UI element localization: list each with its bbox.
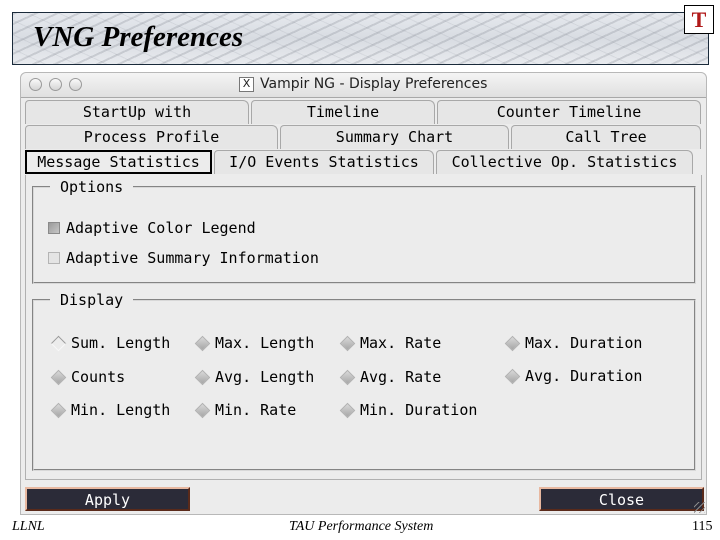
- tab-collective-op-statistics[interactable]: Collective Op. Statistics: [436, 150, 693, 174]
- close-button[interactable]: Close: [539, 487, 704, 511]
- radio-max-duration[interactable]: Max. Duration: [504, 334, 642, 352]
- radio-max-length[interactable]: Max. Length: [194, 334, 314, 352]
- options-legend: Options: [60, 178, 124, 196]
- zoom-window-button[interactable]: [69, 78, 82, 91]
- radio-counts[interactable]: Counts: [50, 368, 125, 386]
- radio-icon[interactable]: [194, 335, 211, 351]
- radio-icon[interactable]: [50, 402, 67, 418]
- radio-icon[interactable]: [504, 368, 521, 384]
- adaptive-summary-information-checkbox[interactable]: Adaptive Summary Information: [48, 249, 319, 267]
- radio-sum-length[interactable]: Sum. Length: [50, 334, 170, 352]
- tab-call-tree[interactable]: Call Tree: [511, 125, 701, 149]
- checkbox-checked-icon[interactable]: [48, 222, 60, 234]
- page-number: 115: [692, 519, 713, 534]
- slide-title-banner: VNG Preferences: [12, 12, 709, 65]
- footer-center: TAU Performance System: [289, 519, 434, 534]
- tab-io-events-statistics[interactable]: I/O Events Statistics: [214, 150, 434, 174]
- radio-icon[interactable]: [339, 335, 356, 351]
- tab-row-3: Message Statistics I/O Events Statistics…: [25, 150, 695, 174]
- tab-message-statistics[interactable]: Message Statistics: [25, 150, 212, 174]
- footer-left: LLNL: [12, 519, 45, 534]
- close-window-button[interactable]: [29, 78, 42, 91]
- tab-process-profile[interactable]: Process Profile: [25, 125, 278, 149]
- x11-app-icon: X: [239, 76, 254, 92]
- radio-avg-duration[interactable]: Avg. Duration: [504, 367, 642, 385]
- radio-icon[interactable]: [504, 335, 521, 351]
- tab-counter-timeline[interactable]: Counter Timeline: [437, 100, 701, 124]
- radio-avg-length[interactable]: Avg. Length: [194, 368, 314, 386]
- message-statistics-panel: Options Adaptive Color Legend Adaptive S…: [25, 175, 702, 480]
- minimize-window-button[interactable]: [49, 78, 62, 91]
- tab-row-1: StartUp with Timeline Counter Timeline: [25, 100, 703, 124]
- radio-min-rate[interactable]: Min. Rate: [194, 401, 296, 419]
- radio-icon[interactable]: [194, 369, 211, 385]
- radio-selected-icon[interactable]: [50, 335, 67, 351]
- radio-min-length[interactable]: Min. Length: [50, 401, 170, 419]
- checkbox-unchecked-icon[interactable]: [48, 252, 60, 264]
- window-titlebar[interactable]: X Vampir NG - Display Preferences: [21, 73, 706, 98]
- radio-icon[interactable]: [194, 402, 211, 418]
- tab-timeline[interactable]: Timeline: [251, 100, 435, 124]
- radio-min-duration[interactable]: Min. Duration: [339, 401, 477, 419]
- tab-row-2: Process Profile Summary Chart Call Tree: [25, 125, 703, 149]
- slide-title: VNG Preferences: [33, 21, 244, 53]
- display-preferences-window: X Vampir NG - Display Preferences StartU…: [20, 72, 707, 515]
- radio-icon[interactable]: [50, 369, 67, 385]
- adaptive-color-legend-checkbox[interactable]: Adaptive Color Legend: [48, 219, 256, 237]
- radio-max-rate[interactable]: Max. Rate: [339, 334, 441, 352]
- window-title: X Vampir NG - Display Preferences: [239, 76, 487, 92]
- radio-icon[interactable]: [339, 369, 356, 385]
- radio-avg-rate[interactable]: Avg. Rate: [339, 368, 441, 386]
- apply-button[interactable]: Apply: [25, 487, 190, 511]
- tau-logo-icon: T: [684, 5, 714, 34]
- tab-summary-chart[interactable]: Summary Chart: [280, 125, 509, 149]
- display-legend: Display: [60, 291, 124, 309]
- resize-grip-icon[interactable]: [694, 502, 705, 513]
- tab-startup-with[interactable]: StartUp with: [25, 100, 249, 124]
- radio-icon[interactable]: [339, 402, 356, 418]
